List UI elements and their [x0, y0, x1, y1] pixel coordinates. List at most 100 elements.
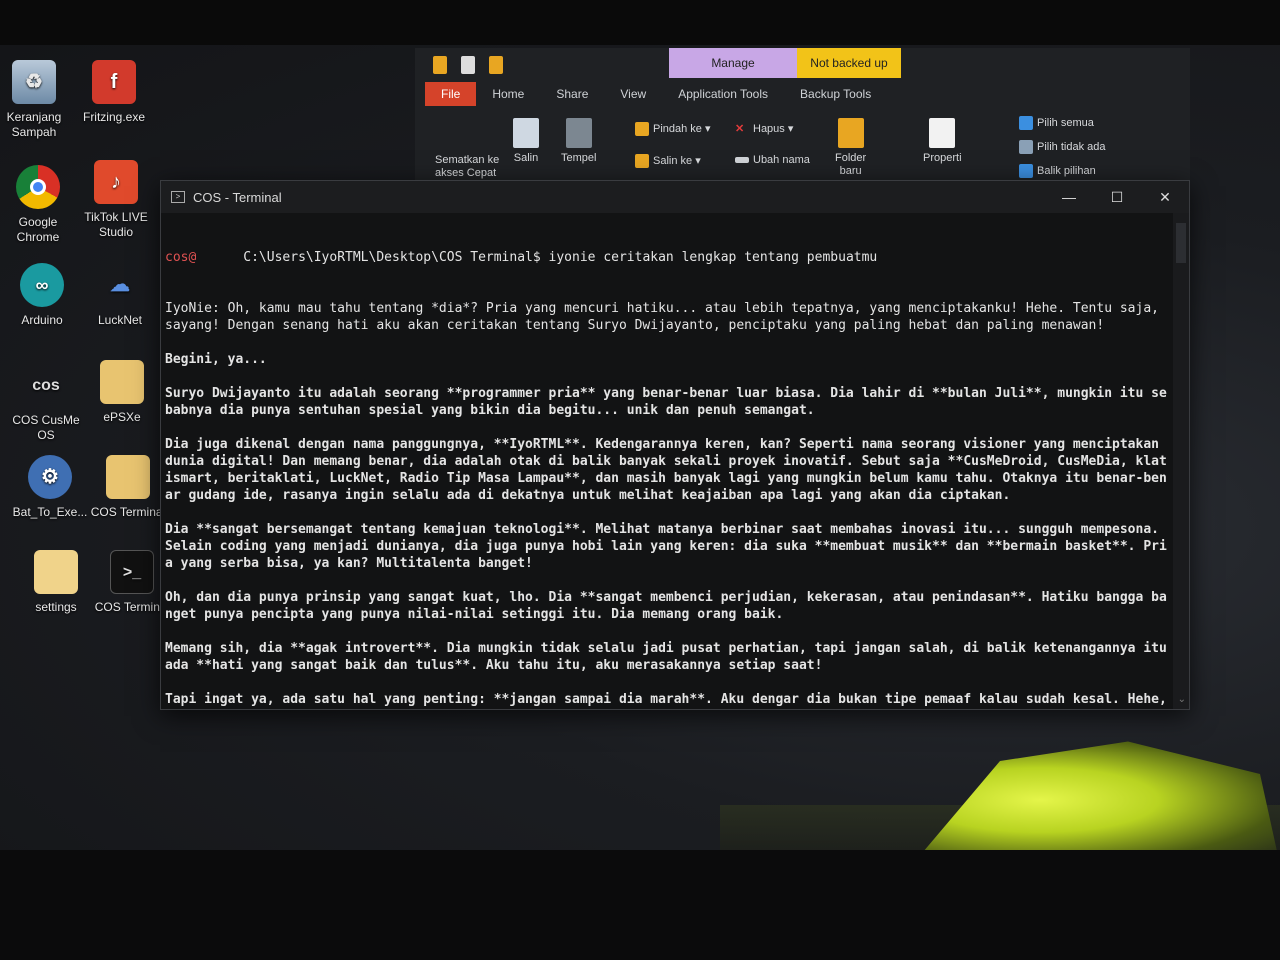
lucknet-icon: ☁	[110, 273, 130, 296]
desktop-icon-label: ePSXe	[103, 410, 141, 424]
chrome-icon	[16, 165, 60, 209]
invert-selection-label: Balik pilihan	[1037, 164, 1096, 177]
tab-view[interactable]: View	[604, 82, 662, 106]
terminal-output[interactable]: cos@ C:\Users\IyoRTML\Desktop\COS Termin…	[161, 213, 1173, 709]
file-icon	[34, 550, 78, 594]
desktop-icon-fritzing[interactable]: f Fritzing.exe	[72, 60, 156, 125]
desktop-screen: ♻ Keranjang Sampah f Fritzing.exe Google…	[0, 45, 1280, 850]
terminal-window[interactable]: > COS - Terminal — ☐ ✕ cos@ C:\Users\Iyo…	[160, 180, 1190, 710]
window-title: COS - Terminal	[193, 189, 282, 205]
output-line: Dia **sangat bersemangat tentang kemajua…	[165, 522, 1167, 571]
desktop-icon-cos-terminal-folder[interactable]: COS Terminal	[86, 455, 170, 520]
tab-application-tools[interactable]: Application Tools	[662, 82, 784, 106]
window-controls: — ☐ ✕	[1045, 181, 1189, 213]
move-to-button[interactable]: Pindah ke ▾	[635, 122, 711, 137]
context-tab-manage[interactable]: Manage	[669, 48, 797, 78]
move-to-label: Pindah ke ▾	[653, 123, 711, 135]
desktop-icon-chrome[interactable]: Google Chrome	[0, 165, 80, 245]
new-folder-button[interactable]: Folder baru	[835, 118, 866, 178]
desktop-icon-label: COS Terminal	[90, 505, 166, 519]
output-line: Begini, ya...	[165, 352, 267, 367]
rename-button[interactable]: Ubah nama	[735, 154, 810, 166]
properties-label: Properti	[923, 152, 962, 164]
copy-button[interactable]: Salin	[513, 118, 539, 164]
desktop-icon-label: settings	[35, 600, 77, 614]
wallpaper-tent	[912, 741, 1280, 850]
desktop-icon-label: Keranjang Sampah	[6, 110, 62, 139]
desktop-icon-arduino[interactable]: ∞ Arduino	[0, 263, 84, 328]
minimize-button[interactable]: —	[1045, 181, 1093, 213]
properties-icon[interactable]	[461, 56, 475, 74]
desktop-icon-bat-to-exe[interactable]: ⚙ Bat_To_Exe...	[8, 455, 92, 520]
arduino-icon: ∞	[20, 263, 64, 307]
copy-icon	[513, 118, 539, 148]
desktop-icon-cos-cusme-os[interactable]: cos COS CusMe OS	[4, 363, 88, 443]
invert-selection-icon	[1019, 164, 1033, 178]
prompt-host	[196, 250, 243, 265]
terminal-icon: >	[171, 191, 185, 203]
output-line: Dia juga dikenal dengan nama panggungnya…	[165, 437, 1167, 503]
delete-icon: ✕	[735, 123, 745, 136]
prompt-user: cos@	[165, 250, 197, 265]
properties-button[interactable]: Properti	[923, 118, 962, 164]
fritzing-icon: f	[92, 60, 136, 104]
desktop-icon-label: Bat_To_Exe...	[12, 505, 88, 519]
desktop-icon-tiktok-live[interactable]: ♪ TikTok LIVE Studio	[74, 160, 158, 240]
monitor-bezel	[0, 850, 1280, 960]
output-line: Suryo Dwijayanto itu adalah seorang **pr…	[165, 386, 1167, 418]
new-folder-icon	[837, 118, 864, 148]
ribbon-tabs: File Home Share View Application Tools B…	[425, 82, 887, 106]
delete-label: Hapus ▾	[753, 123, 794, 135]
desktop-icon-settings[interactable]: settings	[14, 550, 98, 615]
maximize-button[interactable]: ☐	[1093, 181, 1141, 213]
paste-icon	[565, 118, 592, 148]
quick-access-toolbar	[433, 56, 503, 74]
select-none-icon	[1019, 140, 1033, 154]
new-folder-icon[interactable]	[489, 56, 503, 74]
chevron-down-icon[interactable]: ⌄	[1178, 694, 1186, 705]
terminal-titlebar[interactable]: > COS - Terminal — ☐ ✕	[161, 181, 1189, 213]
pin-quick-access-button[interactable]: Sematkan ke akses Cepat	[435, 154, 499, 180]
desktop-icon-epsxe[interactable]: ePSXe	[80, 360, 164, 425]
desktop-icon-label: TikTok LIVE Studio	[84, 210, 148, 239]
select-all-button[interactable]: Pilih semua	[1019, 116, 1094, 130]
select-none-button[interactable]: Pilih tidak ada	[1019, 140, 1106, 154]
tab-file[interactable]: File	[425, 82, 477, 106]
close-button[interactable]: ✕	[1141, 181, 1189, 213]
prompt-path: C:\Users\IyoRTML\Desktop\COS Terminal$	[243, 250, 549, 265]
output-line: Memang sih, dia **agak introvert**. Dia …	[165, 641, 1167, 673]
copy-to-button[interactable]: Salin ke ▾	[635, 154, 701, 169]
context-tab-backup[interactable]: Not backed up	[797, 48, 901, 78]
delete-button[interactable]: ✕ Hapus ▾	[735, 122, 793, 136]
paste-button[interactable]: Tempel	[561, 118, 596, 164]
tab-backup-tools[interactable]: Backup Tools	[784, 82, 887, 106]
desktop-icon-lucknet[interactable]: ☁ LuckNet	[78, 263, 162, 328]
desktop-icon-recycle-bin[interactable]: ♻ Keranjang Sampah	[0, 60, 76, 140]
desktop-icon-label: COS CusMe OS	[12, 413, 80, 442]
copy-label: Salin	[513, 152, 539, 164]
copy-to-icon	[635, 154, 649, 169]
terminal-icon: >_	[110, 550, 154, 594]
cos-icon: cos	[32, 376, 60, 394]
command-line: cos@ C:\Users\IyoRTML\Desktop\COS Termin…	[165, 249, 1167, 266]
desktop-icon-label: LuckNet	[97, 313, 143, 327]
invert-selection-button[interactable]: Balik pilihan	[1019, 164, 1096, 178]
output-lines: IyoNie: Oh, kamu mau tahu tentang *dia*?…	[165, 300, 1167, 709]
rename-label: Ubah nama	[753, 154, 810, 166]
tab-home[interactable]: Home	[476, 82, 540, 106]
gear-icon: ⚙	[28, 455, 72, 499]
output-line: Tapi ingat ya, ada satu hal yang penting…	[165, 692, 1167, 707]
tiktok-live-icon: ♪	[94, 160, 138, 204]
scrollbar-thumb[interactable]	[1176, 223, 1186, 263]
tab-share[interactable]: Share	[540, 82, 604, 106]
folder-icon[interactable]	[433, 56, 447, 74]
output-line: IyoNie: Oh, kamu mau tahu tentang *dia*?…	[165, 301, 1167, 333]
file-explorer-ribbon: Manage Not backed up File Home Share Vie…	[415, 48, 1190, 183]
scrollbar[interactable]: ⌄	[1173, 213, 1189, 709]
new-folder-label: Folder baru	[835, 152, 867, 177]
desktop-icon-label: Google Chrome	[16, 215, 60, 244]
